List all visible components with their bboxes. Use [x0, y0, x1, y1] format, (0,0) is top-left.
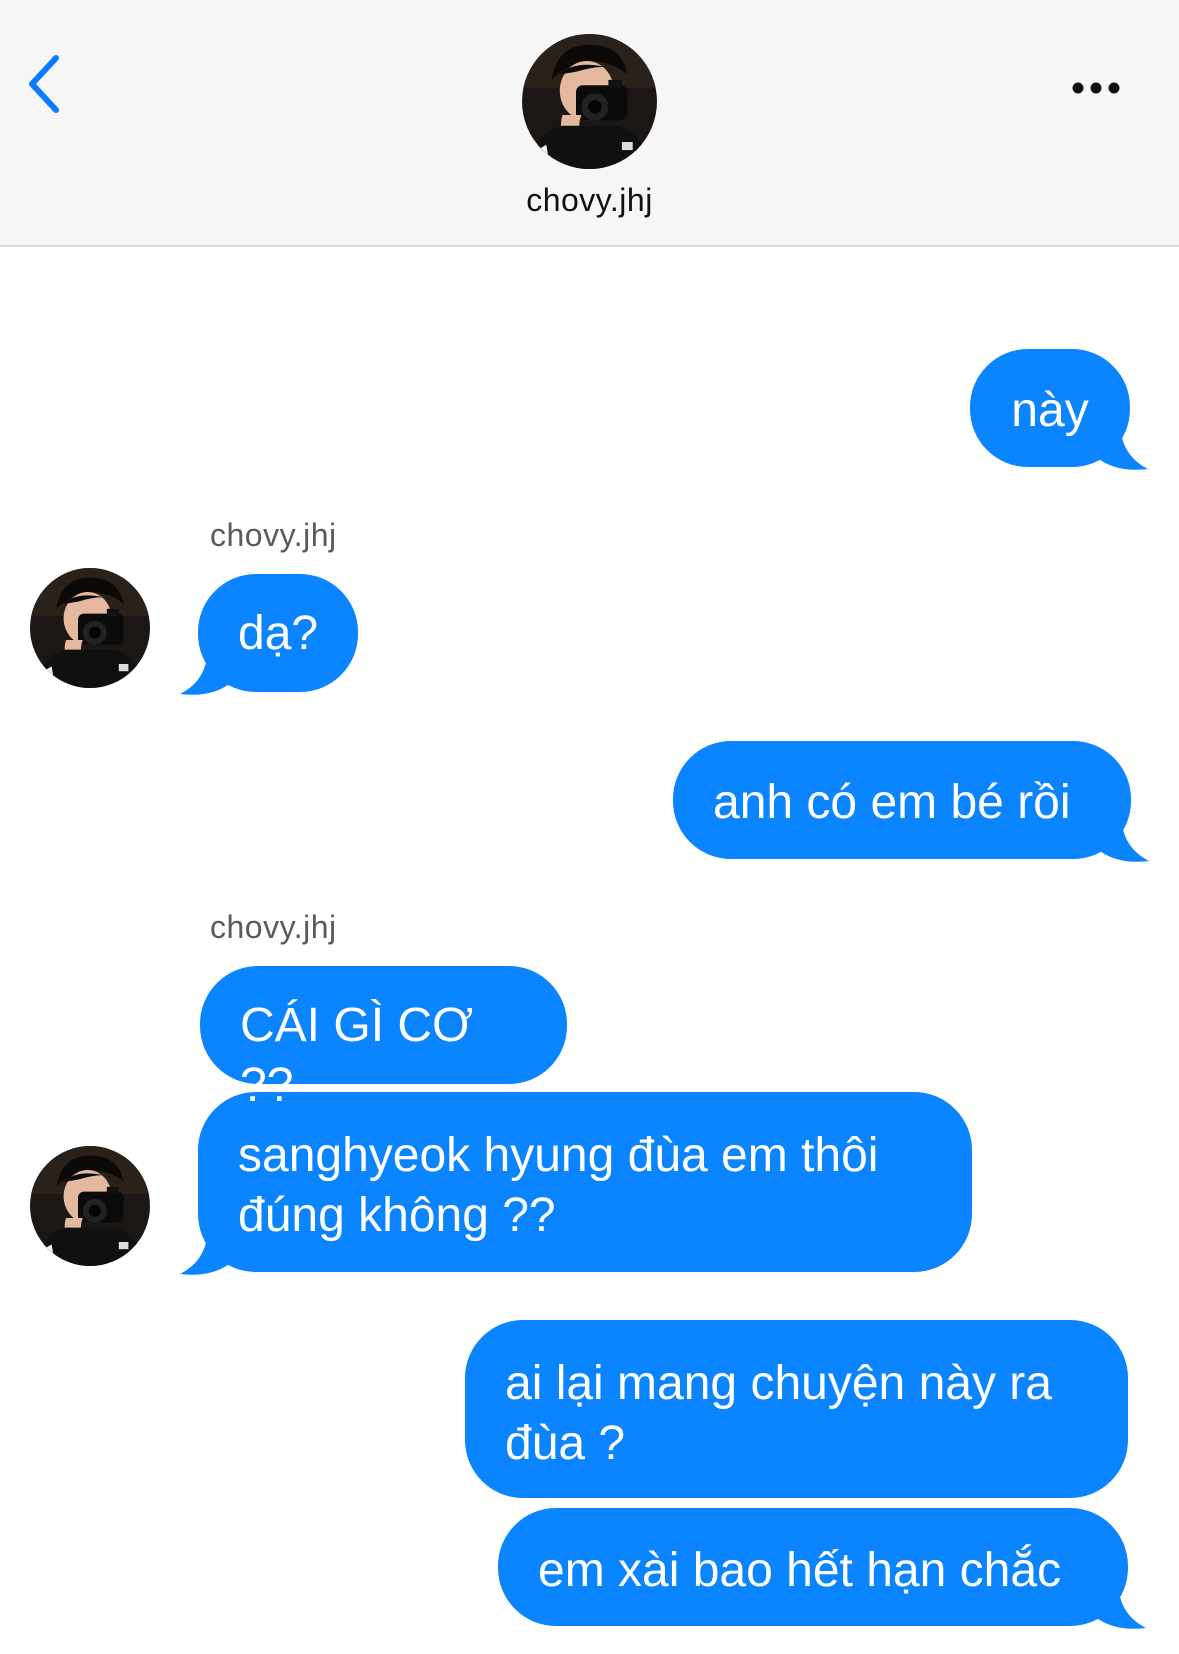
sender-name: chovy.jhj: [210, 909, 337, 945]
more-options-button[interactable]: [1068, 70, 1138, 106]
bubble-tail: [1089, 813, 1149, 862]
message-bubble-outgoing[interactable]: ai lại mang chuyện này ra đùa ?: [465, 1320, 1128, 1498]
contact-avatar[interactable]: [522, 34, 657, 169]
message-bubble-outgoing[interactable]: em xài bao hết hạn chắc: [498, 1508, 1146, 1629]
message-bubble-outgoing[interactable]: này: [970, 349, 1148, 470]
chevron-left-icon: [29, 55, 59, 113]
sender-photo: [30, 568, 150, 688]
bubble-tail: [1086, 1580, 1146, 1629]
sender-photo: [30, 1146, 150, 1266]
bubble-tail: [180, 646, 240, 695]
message-bubble-incoming[interactable]: sanghyeok hyung đùa em thôi đúng không ?…: [180, 1092, 972, 1275]
message-bubble-incoming[interactable]: CÁI GÌ CƠ ??: [200, 966, 567, 1112]
ellipsis-icon: [1072, 82, 1120, 94]
bubble-tail: [180, 1226, 240, 1275]
message-text: dạ?: [238, 607, 319, 660]
contact-photo: [522, 34, 657, 169]
message-text-line: đúng không ??: [238, 1189, 556, 1242]
message-text: anh có em bé rồi: [713, 776, 1071, 829]
message-text: này: [1011, 384, 1089, 437]
message-text-line: sanghyeok hyung đùa em thôi: [238, 1129, 879, 1182]
message-text-line: đùa ?: [505, 1417, 626, 1470]
chat-header: chovy.jhj: [0, 0, 1179, 247]
message-text: em xài bao hết hạn chắc: [538, 1544, 1062, 1597]
message-text-line: ai lại mang chuyện này ra: [505, 1357, 1052, 1410]
sender-avatar[interactable]: [30, 1146, 150, 1266]
message-bubble-outgoing[interactable]: anh có em bé rồi: [673, 741, 1149, 862]
contact-name[interactable]: chovy.jhj: [0, 182, 1179, 219]
sender-avatar[interactable]: [30, 568, 150, 688]
sender-name: chovy.jhj: [210, 517, 337, 553]
back-button[interactable]: [22, 52, 72, 122]
message-bubble-incoming[interactable]: dạ?: [180, 574, 358, 695]
bubble-tail: [1088, 421, 1148, 470]
